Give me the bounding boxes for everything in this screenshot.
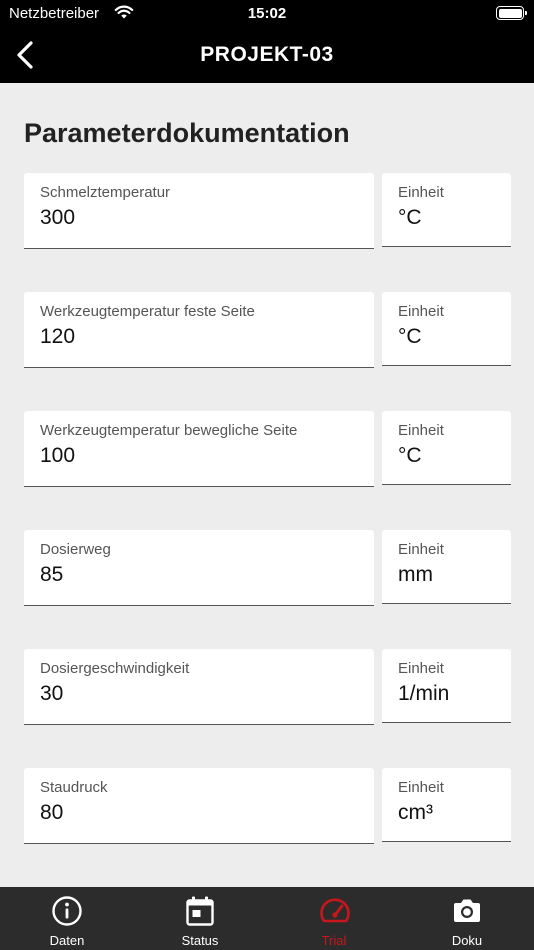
- tab-bar: Daten Status Trial Doku: [0, 887, 534, 950]
- unit-field[interactable]: Einheit mm: [382, 530, 511, 604]
- tab-doku[interactable]: Doku: [407, 887, 527, 950]
- field-value: 85: [40, 563, 64, 586]
- navigation-bar: PROJEKT-03: [0, 28, 534, 83]
- parameter-row: Dosierweg 85 Einheit mm: [24, 530, 511, 606]
- unit-value: mm: [398, 563, 433, 586]
- unit-label: Einheit: [398, 779, 444, 796]
- unit-value: °C: [398, 444, 422, 467]
- unit-value: °C: [398, 325, 422, 348]
- tab-label: Daten: [49, 933, 85, 948]
- unit-field[interactable]: Einheit 1/min: [382, 649, 511, 723]
- parameter-row: Werkzeugtemperatur feste Seite 120 Einhe…: [24, 292, 511, 368]
- speedometer-icon: [320, 898, 350, 923]
- section-title: Parameterdokumentation: [24, 118, 350, 148]
- field-label: Dosiergeschwindigkeit: [40, 660, 190, 677]
- tab-label: Status: [181, 933, 219, 948]
- field-label: Schmelztemperatur: [40, 184, 171, 201]
- info-icon: [52, 896, 82, 926]
- unit-value: °C: [398, 206, 422, 229]
- unit-field[interactable]: Einheit cm³: [382, 768, 511, 842]
- field-value: 120: [40, 325, 76, 348]
- parameter-field[interactable]: Dosierweg 85: [24, 530, 374, 606]
- unit-value: cm³: [398, 801, 433, 824]
- status-bar: Netzbetreiber 15:02: [0, 0, 534, 28]
- unit-field[interactable]: Einheit °C: [382, 292, 511, 366]
- unit-label: Einheit: [398, 660, 444, 677]
- field-label: Werkzeugtemperatur bewegliche Seite: [40, 422, 298, 439]
- tab-label: Trial: [321, 933, 347, 948]
- field-value: 30: [40, 682, 64, 705]
- parameter-row: Dosiergeschwindigkeit 30 Einheit 1/min: [24, 649, 511, 725]
- page-title: PROJEKT-03: [200, 43, 334, 66]
- field-label: Werkzeugtemperatur feste Seite: [40, 303, 255, 320]
- parameter-row: Schmelztemperatur 300 Einheit °C: [24, 173, 511, 249]
- parameter-row: Staudruck 80 Einheit cm³: [24, 768, 511, 844]
- field-value: 300: [40, 206, 76, 229]
- calendar-icon: [186, 896, 214, 926]
- tab-daten[interactable]: Daten: [7, 887, 127, 950]
- field-label: Staudruck: [40, 779, 108, 796]
- unit-label: Einheit: [398, 541, 444, 558]
- unit-label: Einheit: [398, 184, 444, 201]
- parameter-row: Werkzeugtemperatur bewegliche Seite 100 …: [24, 411, 511, 487]
- field-label: Dosierweg: [40, 541, 111, 558]
- camera-icon: [454, 899, 480, 922]
- tab-label: Doku: [451, 933, 483, 948]
- unit-label: Einheit: [398, 303, 444, 320]
- unit-field[interactable]: Einheit °C: [382, 173, 511, 247]
- unit-value: 1/min: [398, 682, 450, 705]
- parameter-field[interactable]: Werkzeugtemperatur feste Seite 120: [24, 292, 374, 368]
- status-time: 15:02: [247, 5, 287, 22]
- parameter-field[interactable]: Dosiergeschwindigkeit 30: [24, 649, 374, 725]
- parameter-field[interactable]: Schmelztemperatur 300: [24, 173, 374, 249]
- field-value: 80: [40, 801, 64, 824]
- battery-icon: [496, 6, 527, 20]
- parameter-field[interactable]: Staudruck 80: [24, 768, 374, 844]
- tab-status[interactable]: Status: [140, 887, 260, 950]
- scroll-content[interactable]: Parameterdokumentation Schmelztemperatur…: [0, 83, 534, 887]
- tab-trial[interactable]: Trial: [274, 887, 394, 950]
- field-value: 100: [40, 444, 76, 467]
- unit-label: Einheit: [398, 422, 444, 439]
- unit-field[interactable]: Einheit °C: [382, 411, 511, 485]
- parameter-field[interactable]: Werkzeugtemperatur bewegliche Seite 100: [24, 411, 374, 487]
